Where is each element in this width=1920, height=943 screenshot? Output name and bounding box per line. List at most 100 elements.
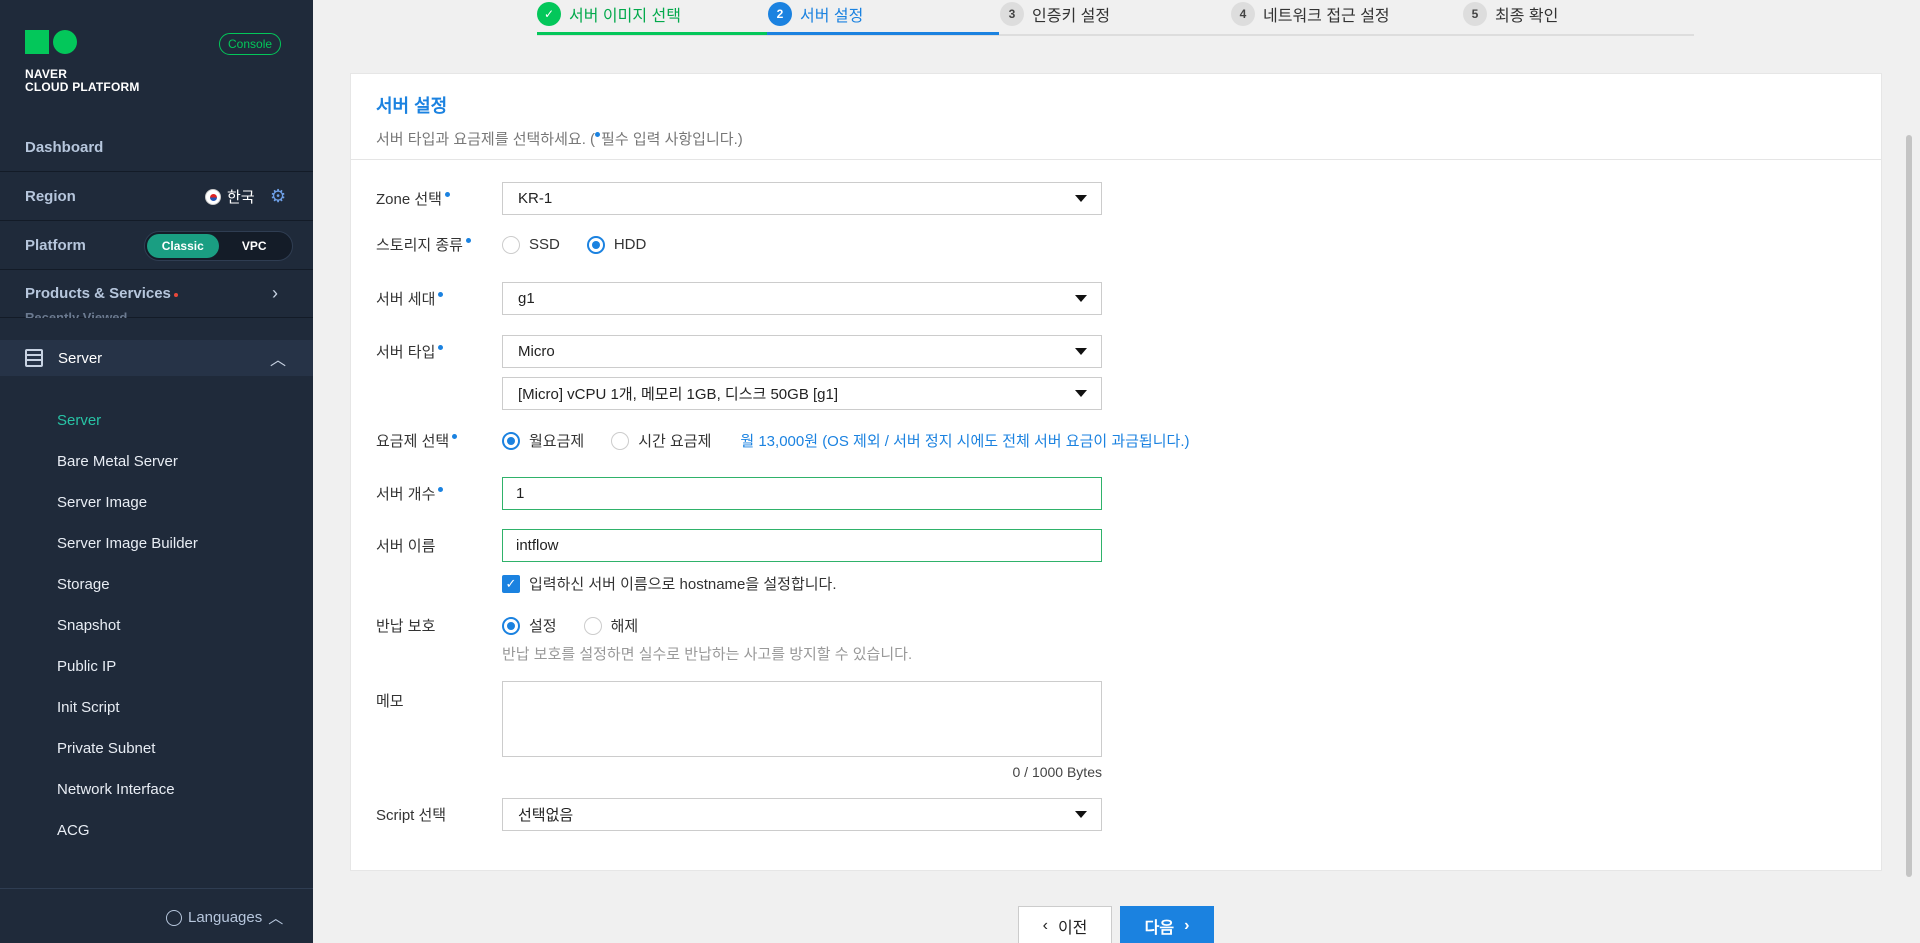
chevron-right-icon: › [1184,917,1190,934]
checkbox-checked-icon[interactable]: ✓ [502,574,520,593]
sidebar-group-server[interactable]: Server ︿ [0,340,313,376]
sidebar-item-dashboard[interactable]: Dashboard [0,124,313,172]
memo-row: 메모 [376,681,1102,757]
sidebar-item-bare-metal-server[interactable]: Bare Metal Server [57,441,198,482]
storage-label-text: 스토리지 종류 [376,237,463,254]
script-select[interactable]: 선택없음 [502,798,1102,831]
sidebar-item-server[interactable]: Server [57,400,198,441]
sidebar-item-private-subnet[interactable]: Private Subnet [57,728,198,769]
server-name-input[interactable]: intflow [502,529,1102,562]
naver-cloud-logo[interactable]: NAVER CLOUD PLATFORM [25,30,140,94]
hostname-check-label: 입력하신 서버 이름으로 hostname을 설정합니다. [529,576,837,593]
dashboard-label: Dashboard [25,139,104,156]
protection-radio-group: 설정 해제 [502,615,665,636]
sidebar-item-public-ip[interactable]: Public IP [57,646,198,687]
count-row: 서버 개수 1 [376,477,1102,510]
plan-monthly-radio[interactable]: 월요금제 [502,430,584,451]
zone-row: Zone 선택 KR-1 [376,182,1102,215]
radio-icon [611,431,630,450]
dropdown-caret-icon [1075,195,1087,202]
check-icon: ✓ [537,2,561,26]
radio-icon [583,616,602,635]
plan-hourly-radio[interactable]: 시간 요금제 [611,430,711,451]
dropdown-caret-icon [1075,390,1087,397]
page-scrollbar[interactable] [1906,135,1912,877]
storage-hdd-radio[interactable]: HDD [586,235,646,254]
brand-line-2: CLOUD PLATFORM [25,80,140,94]
step-1-label: 서버 이미지 선택 [569,8,681,25]
count-label: 서버 개수 [376,483,502,504]
step-5-number: 5 [1463,2,1487,26]
generation-select[interactable]: g1 [502,282,1102,315]
sidebar-item-storage[interactable]: Storage [57,564,198,605]
platform-row: Platform Classic VPC [0,222,313,270]
step-1: ✓ 서버 이미지 선택 [537,2,681,26]
wizard-steps: ✓ 서버 이미지 선택 2 서버 설정 3 인증키 설정 4 네트워크 접근 설… [537,0,1694,36]
next-label: 다음 [1144,920,1175,937]
desc-suffix: 필수 입력 사항입니다.) [601,131,743,148]
hourly-label: 시간 요금제 [638,433,712,450]
server-spec-value: [Micro] vCPU 1개, 메모리 1GB, 디스크 50GB [g1] [518,386,839,403]
languages-button[interactable]: Languages ︿ [166,907,283,928]
server-settings-card: 서버 설정 서버 타입과 요금제를 선택하세요. (필수 입력 사항입니다.) … [350,73,1882,871]
protection-off-radio[interactable]: 해제 [583,615,639,636]
storage-radio-group: SSD HDD [502,235,673,254]
memo-textarea[interactable] [502,681,1102,757]
server-type-select[interactable]: Micro [502,335,1102,368]
sidebar-item-server-image-builder[interactable]: Server Image Builder [57,523,198,564]
generation-label-text: 서버 세대 [376,291,436,308]
server-submenu: Server Bare Metal Server Server Image Se… [57,400,198,851]
plan-label-text: 요금제 선택 [376,433,450,450]
radio-icon [502,235,520,254]
step-5: 5 최종 확인 [1463,2,1558,26]
script-value: 선택없음 [518,807,574,824]
step-progress-done [537,32,767,35]
storage-label: 스토리지 종류 [376,234,502,255]
step-progress-current [767,32,999,35]
sidebar-item-server-image[interactable]: Server Image [57,482,198,523]
sidebar-item-snapshot[interactable]: Snapshot [57,605,198,646]
zone-select[interactable]: KR-1 [502,182,1102,215]
required-dot-icon [465,238,471,243]
platform-vpc-button[interactable]: VPC [219,234,291,258]
zone-value: KR-1 [518,190,553,207]
plan-label: 요금제 선택 [376,430,502,451]
region-selector[interactable]: 한국 [205,186,255,207]
sidebar-item-network-interface[interactable]: Network Interface [57,769,198,810]
name-label: 서버 이름 [376,538,436,555]
prev-button[interactable]: ‹ 이전 [1018,906,1112,943]
server-spec-select[interactable]: [Micro] vCPU 1개, 메모리 1GB, 디스크 50GB [g1] [502,377,1102,410]
radio-selected-icon [502,616,520,635]
chevron-left-icon: ‹ [1042,917,1048,934]
protection-off-label: 해제 [610,618,639,635]
products-label: Products & Services [25,285,171,302]
step-2: 2 서버 설정 [768,2,863,26]
platform-toggle: Classic VPC [144,230,293,261]
sidebar-item-acg[interactable]: ACG [57,810,198,851]
chevron-right-icon: › [272,283,278,303]
sidebar-footer: Languages ︿ [0,888,313,943]
required-dot-icon [452,434,458,439]
dropdown-caret-icon [1075,811,1087,818]
sidebar: NAVER CLOUD PLATFORM Console Dashboard R… [0,0,313,943]
server-icon [25,349,43,367]
storage-ssd-radio[interactable]: SSD [502,235,560,254]
sidebar-item-init-script[interactable]: Init Script [57,687,198,728]
generation-value: g1 [518,290,535,307]
protection-row: 반납 보호 설정 해제 [376,615,665,636]
languages-label: Languages [188,909,263,926]
next-button[interactable]: 다음 › [1120,906,1214,943]
page-description: 서버 타입과 요금제를 선택하세요. (필수 입력 사항입니다.) [376,128,1856,149]
region-value: 한국 [227,189,255,206]
ssd-label: SSD [529,236,560,253]
console-badge[interactable]: Console [219,33,282,55]
protection-on-radio[interactable]: 설정 [502,615,557,636]
dropdown-caret-icon [1075,348,1087,355]
new-dot-icon [173,292,178,297]
hostname-checkbox-row[interactable]: ✓ 입력하신 서버 이름으로 hostname을 설정합니다. [502,573,837,594]
platform-classic-button[interactable]: Classic [147,233,219,258]
monthly-label: 월요금제 [529,433,585,450]
platform-label: Platform [25,237,86,254]
gear-icon[interactable]: ⚙ [270,186,286,207]
server-count-input[interactable]: 1 [502,477,1102,510]
